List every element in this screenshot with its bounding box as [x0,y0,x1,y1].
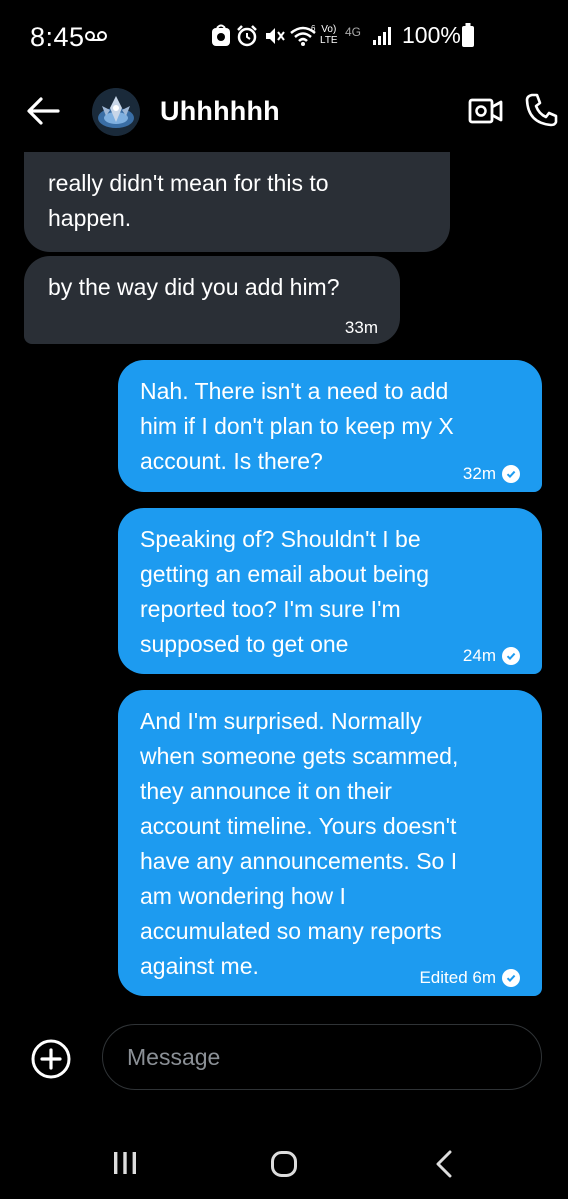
status-time: 8:45 [30,22,85,52]
status-bar: 8:45 6 Vo) LTE 4G 100% [0,0,568,72]
message-bubble-sent[interactable]: And I'm surprised. Normally when someone… [118,690,542,996]
avatar[interactable] [92,88,140,136]
system-nav-bar [0,1120,568,1199]
network-type: 4G [345,25,362,39]
message-bubble-sent[interactable]: Speaking of? Shouldn't I be getting an e… [118,508,542,674]
conversation-header: Uhhhhhh [0,76,568,152]
home-icon[interactable] [270,1150,298,1178]
message-list[interactable]: really didn't mean for this to happen. b… [0,152,568,1010]
read-check-icon [502,464,520,483]
message-time: Edited 6m [419,960,520,995]
arrow-left-icon[interactable] [26,96,60,126]
volte-indicator: Vo) LTE [320,24,338,46]
message-time: 24m [463,638,520,673]
back-icon[interactable] [434,1150,454,1178]
alarm-icon [237,25,257,47]
read-check-icon [502,968,520,987]
mute-icon [266,28,285,44]
conversation-title[interactable]: Uhhhhhh [160,96,280,127]
message-timestamp: 32m [462,464,496,483]
recents-icon[interactable] [112,1150,138,1176]
svg-text:6: 6 [311,24,316,33]
battery-percent: 100% [402,22,461,48]
notification-app-icon [212,24,230,46]
wifi-icon: 6 [290,24,316,46]
message-bubble-received[interactable]: by the way did you add him? 33m [24,256,400,344]
message-timestamp: Edited 6m [419,968,496,987]
message-text: And I'm surprised. Normally when someone… [140,708,459,979]
video-camera-icon[interactable] [468,96,504,126]
message-timestamp: 24m [462,646,496,665]
message-text: by the way did you add him? [48,274,340,300]
message-time: 32m [463,456,520,491]
message-bubble-sent[interactable]: Nah. There isn't a need to add him if I … [118,360,542,492]
plus-circle-icon[interactable] [30,1038,72,1080]
message-composer [0,1022,568,1094]
message-timestamp: 33m [344,318,378,337]
phone-icon[interactable] [524,92,558,128]
signal-icon [373,27,391,45]
voicemail-icon [85,31,107,41]
message-input[interactable] [102,1024,542,1090]
avatar-image [92,88,140,136]
read-check-icon [502,646,520,665]
message-text: really didn't mean for this to happen. [48,170,329,231]
message-bubble-received[interactable]: really didn't mean for this to happen. [24,152,450,252]
message-time: 33m [345,310,378,345]
battery-icon [462,23,474,47]
